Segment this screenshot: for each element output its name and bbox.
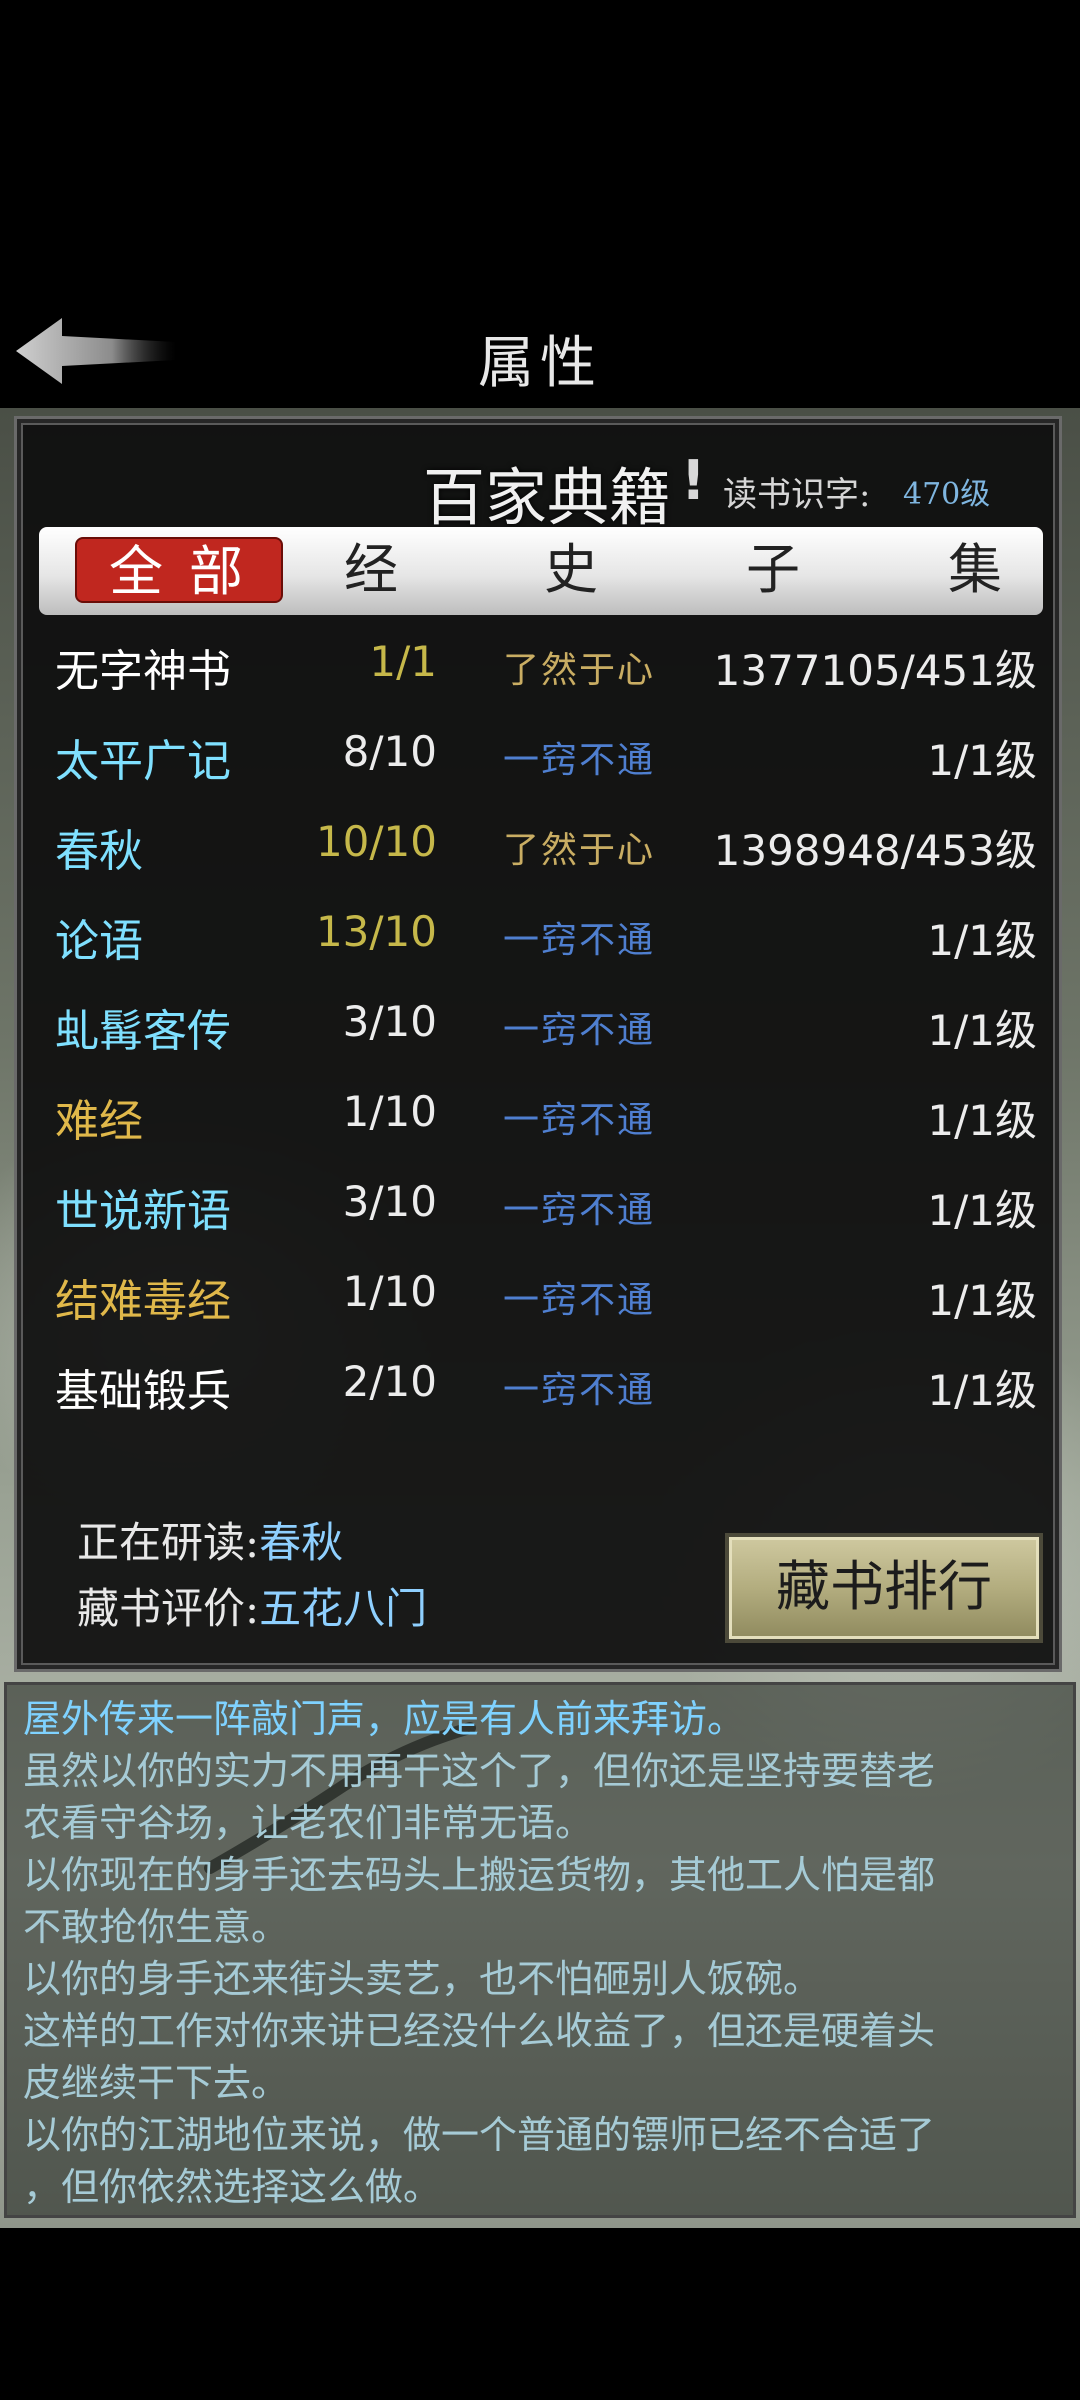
info-icon[interactable]: ! [681, 449, 706, 512]
book-progress: 3/10 [342, 997, 437, 1046]
log-line: 屋外传来一阵敲门声，应是有人前来拜访。 [23, 1697, 746, 1741]
book-row[interactable]: 难经 1/10 一窍不通 1/1级 [17, 1073, 1059, 1163]
book-progress: 3/10 [342, 1177, 437, 1226]
book-level: 1/1级 [927, 916, 1037, 965]
tab-anthology[interactable]: 集 [935, 537, 1015, 603]
book-progress: 10/10 [315, 817, 437, 866]
book-level: 1/1级 [927, 1276, 1037, 1325]
book-mastery-status: 一窍不通 [503, 740, 656, 781]
book-level: 1377105/451级 [713, 646, 1037, 695]
book-row[interactable]: 无字神书 1/1 了然于心 1377105/451级 [17, 623, 1059, 713]
reading-skill-label: 读书识字: [723, 475, 871, 515]
category-tabs: 全部 经 史 子 集 [39, 527, 1043, 615]
book-row[interactable]: 论语 13/10 一窍不通 1/1级 [17, 893, 1059, 983]
book-progress: 1/10 [342, 1087, 437, 1136]
book-level: 1/1级 [927, 1186, 1037, 1235]
book-row[interactable]: 虬髯客传 3/10 一窍不通 1/1级 [17, 983, 1059, 1073]
log-line: 虽然以你的实力不用再干这个了，但你还是坚持要替老 [23, 1749, 936, 1793]
page-title: 属性 [478, 331, 602, 396]
book-progress: 2/10 [342, 1357, 437, 1406]
book-row[interactable]: 太平广记 8/10 一窍不通 1/1级 [17, 713, 1059, 803]
panel-title: 百家典籍 [423, 461, 672, 534]
book-row[interactable]: 世说新语 3/10 一窍不通 1/1级 [17, 1163, 1059, 1253]
log-line: 以你的江湖地位来说，做一个普通的镖师已经不合适了 [23, 2113, 936, 2157]
log-line: 不敢抢你生意。 [23, 1905, 290, 1949]
book-level: 1398948/453级 [713, 826, 1037, 875]
tab-philosophy[interactable]: 子 [733, 537, 813, 603]
book-progress: 1/1 [369, 637, 437, 686]
library-panel: 百家典籍 ! 读书识字: 470级 全部 经 史 子 集 无字神书 1/1 了然于心… [14, 416, 1062, 1672]
book-level: 1/1级 [927, 736, 1037, 785]
log-line: 这样的工作对你来讲已经没什么收益了，但还是硬着头 [23, 2009, 936, 2053]
book-mastery-status: 一窍不通 [503, 1370, 656, 1411]
book-progress: 8/10 [342, 727, 437, 776]
collection-rating: 藏书评价:五花八门 [77, 1575, 427, 1636]
book-mastery-status: 一窍不通 [503, 1190, 656, 1231]
tab-classics[interactable]: 经 [331, 537, 411, 603]
book-row[interactable]: 结难毒经 1/10 一窍不通 1/1级 [17, 1253, 1059, 1343]
book-name: 春秋 [55, 826, 143, 877]
collection-ranking-button[interactable]: 藏书排行 [725, 1533, 1043, 1643]
book-mastery-status: 了然于心 [503, 650, 656, 691]
book-row[interactable]: 春秋 10/10 了然于心 1398948/453级 [17, 803, 1059, 893]
top-bar: 属性 [0, 300, 1080, 410]
log-line: 以你现在的身手还去码头上搬运货物，其他工人怕是都 [23, 1853, 936, 1897]
tab-history[interactable]: 史 [531, 537, 611, 603]
book-progress: 1/10 [342, 1267, 437, 1316]
book-level: 1/1级 [927, 1096, 1037, 1145]
currently-reading-value: 春秋 [259, 1518, 344, 1567]
book-name: 论语 [55, 916, 143, 967]
tab-all[interactable]: 全部 [75, 537, 283, 603]
book-mastery-status: 一窍不通 [503, 1100, 656, 1141]
game-screen: 属性 百家典籍 ! 读书识字: 470级 全部 经 史 子 集 无字神书 1/1 了… [0, 0, 1080, 2400]
collection-rating-value: 五花八门 [259, 1584, 428, 1633]
book-level: 1/1级 [927, 1366, 1037, 1415]
reading-skill-level: 470级 [903, 477, 991, 512]
log-line: ，但你依然选择这么做。 [23, 2165, 442, 2209]
currently-reading: 正在研读:春秋 [77, 1509, 343, 1570]
collection-rating-label: 藏书评价: [77, 1584, 260, 1633]
book-mastery-status: 一窍不通 [503, 1280, 656, 1321]
book-level: 1/1级 [927, 1006, 1037, 1055]
event-log: 屋外传来一阵敲门声，应是有人前来拜访。虽然以你的实力不用再干这个了，但你还是坚持… [4, 1682, 1076, 2218]
log-line: 农看守谷场，让老农们非常无语。 [23, 1801, 594, 1845]
book-row[interactable]: 基础锻兵 2/10 一窍不通 1/1级 [17, 1343, 1059, 1433]
book-progress: 13/10 [315, 907, 437, 956]
book-mastery-status: 一窍不通 [503, 920, 656, 961]
book-mastery-status: 了然于心 [503, 830, 656, 871]
panel-heading: 百家典籍 ! 读书识字: 470级 [17, 439, 1059, 534]
log-line: 皮继续干下去。 [23, 2061, 290, 2105]
book-mastery-status: 一窍不通 [503, 1010, 656, 1051]
book-name: 难经 [55, 1096, 143, 1147]
currently-reading-label: 正在研读: [77, 1518, 260, 1567]
log-line: 以你的身手还来街头卖艺，也不怕砸别人饭碗。 [23, 1957, 822, 2001]
